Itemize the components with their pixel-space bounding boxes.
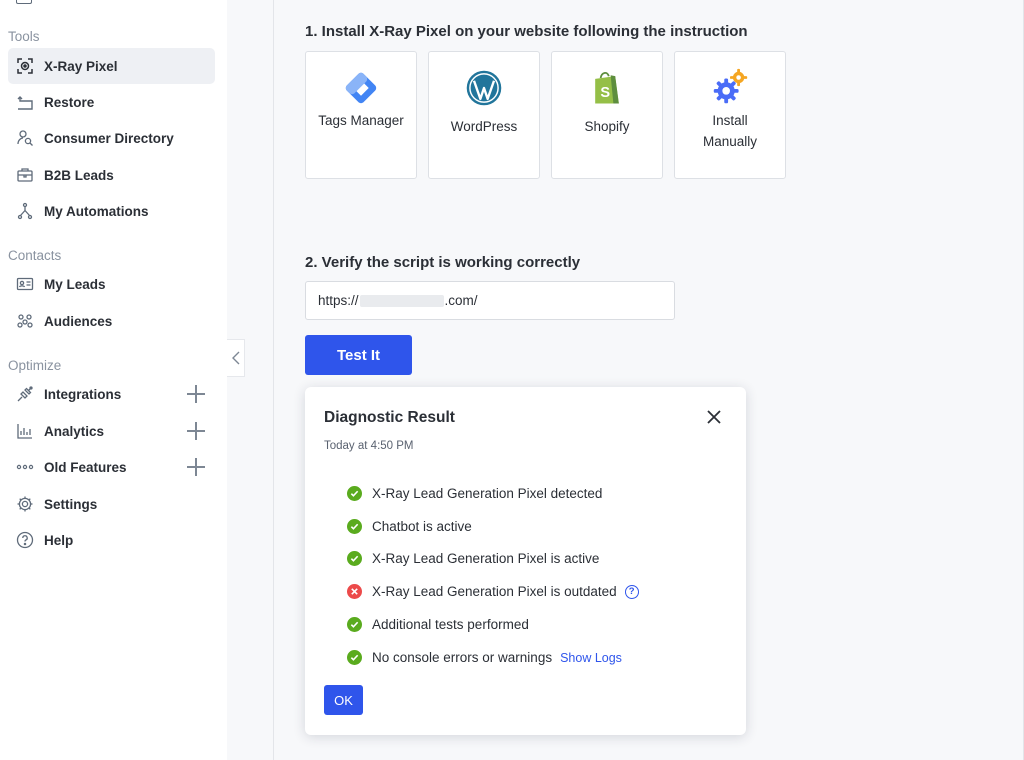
gears-icon [708,66,752,110]
sidebar-item-label: My Automations [44,203,149,219]
result-item: Chatbot is active [347,519,472,534]
result-text: No console errors or warnings [372,650,553,665]
step1-title: 1. Install X-Ray Pixel on your website f… [305,23,748,40]
google-tag-manager-icon [339,66,383,110]
expand-old-features-plus-icon[interactable] [187,458,205,476]
error-circle-icon [347,584,362,599]
url-suffix: .com/ [444,293,478,308]
sidebar-item-help[interactable]: Help [8,522,215,558]
section-label-contacts: Contacts [8,248,62,263]
bar-chart-icon [16,422,34,440]
card-label: Install Manually [702,113,758,149]
sidebar-item-label: Integrations [44,386,122,402]
sidebar-item-xray-pixel[interactable]: X-Ray Pixel [8,48,215,84]
gear-icon [16,495,34,513]
sidebar-item-label: Settings [44,496,98,512]
url-input[interactable]: https:// .com/ [305,281,675,320]
sidebar-item-my-leads[interactable]: My Leads [8,266,215,302]
chevron-left-icon [231,351,239,365]
sidebar-item-label: Restore [44,94,95,110]
result-item: X-Ray Lead Generation Pixel detected [347,486,602,501]
dashboard-icon[interactable] [16,0,32,4]
sidebar-item-label: B2B Leads [44,167,114,183]
card-label: WordPress [450,119,518,134]
sidebar-item-label: Audiences [44,313,113,329]
card-label: Shopify [584,119,630,134]
sidebar-item-label: My Leads [44,276,106,292]
ok-button[interactable]: OK [324,685,363,715]
result-item: X-Ray Lead Generation Pixel is outdated … [347,584,639,599]
group-icon [16,312,34,330]
check-circle-icon [347,551,362,566]
install-option-shopify[interactable]: S Shopify [551,51,663,179]
dialog-title: Diagnostic Result [324,409,455,426]
sidebar-item-label: Help [44,532,74,548]
dialog-timestamp: Today at 4:50 PM [324,440,414,452]
result-item: Additional tests performed [347,617,529,632]
expand-analytics-plus-icon[interactable] [187,422,205,440]
sidebar-item-label: Analytics [44,423,105,439]
svg-text:S: S [600,85,610,101]
result-text: Chatbot is active [372,519,472,534]
result-text: X-Ray Lead Generation Pixel is outdated [372,584,617,599]
section-label-optimize: Optimize [8,358,62,373]
collapse-sidebar-button[interactable] [227,339,245,377]
sidebar-item-settings[interactable]: Settings [8,486,215,522]
test-it-button[interactable]: Test It [305,335,412,375]
question-circle-icon [16,531,34,549]
sidebar-item-b2b-leads[interactable]: B2B Leads [8,157,215,193]
result-text: X-Ray Lead Generation Pixel detected [372,486,603,501]
contact-card-icon [16,275,34,293]
install-option-wordpress[interactable]: WordPress [428,51,540,179]
sidebar-item-label: Consumer Directory [44,130,174,146]
sidebar-item-my-automations[interactable]: My Automations [8,193,215,229]
check-circle-icon [347,650,362,665]
result-text: Additional tests performed [372,617,529,632]
sidebar-item-analytics[interactable]: Analytics [8,413,215,449]
question-help-icon[interactable]: ? [624,584,639,599]
section-label-tools: Tools [8,29,40,44]
result-item: No console errors or warnings Show Logs [347,650,622,665]
check-circle-icon [347,519,362,534]
sidebar-item-label: X-Ray Pixel [44,58,118,74]
install-option-tags-manager[interactable]: Tags Manager [305,51,417,179]
sidebar-item-audiences[interactable]: Audiences [8,303,215,339]
sidebar-item-restore[interactable]: Restore [8,84,215,120]
automation-tree-icon [16,202,34,220]
user-search-icon [16,129,34,147]
sidebar: Tools X-Ray Pixel Restore Consumer Direc… [0,0,227,760]
result-text: X-Ray Lead Generation Pixel is active [372,551,600,566]
check-circle-icon [347,617,362,632]
card-label: Tags Manager [318,113,404,128]
redacted-domain [359,294,444,307]
url-prefix: https:// [318,293,359,308]
more-dots-icon [16,458,34,476]
step2-title: 2. Verify the script is working correctl… [305,254,581,271]
install-option-manual[interactable]: Install Manually [674,51,786,179]
pixel-target-icon [16,57,34,75]
briefcase-icon [16,166,34,184]
result-item: X-Ray Lead Generation Pixel is active [347,551,599,566]
sidebar-item-old-features[interactable]: Old Features [8,449,215,485]
check-circle-icon [347,486,362,501]
plug-icon [16,385,34,403]
sidebar-item-integrations[interactable]: Integrations [8,376,215,412]
expand-integrations-plus-icon[interactable] [187,385,205,403]
sidebar-item-consumer-directory[interactable]: Consumer Directory [8,120,215,156]
show-logs-link[interactable]: Show Logs [560,651,622,665]
diagnostic-result-dialog: Diagnostic Result Today at 4:50 PM X-Ray… [305,387,746,735]
shopify-icon: S [585,66,629,110]
close-icon[interactable] [706,409,722,425]
sidebar-item-label: Old Features [44,459,127,475]
restore-icon [16,93,34,111]
wordpress-icon [462,66,506,110]
